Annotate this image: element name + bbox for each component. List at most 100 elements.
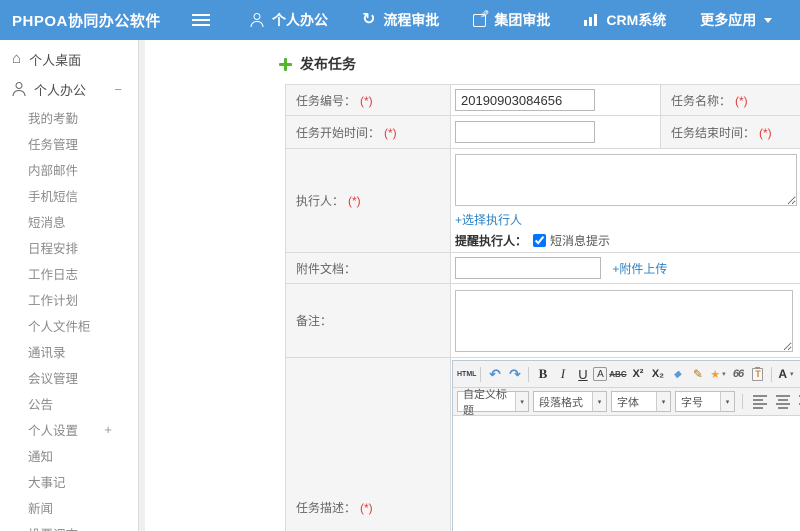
sidebar-item-label: 大事记 <box>28 475 66 490</box>
remove-format-button[interactable]: ◆ <box>668 364 687 384</box>
nav-item-crm[interactable]: CRM系统 <box>584 10 666 30</box>
bordered-text-button[interactable]: A <box>593 367 608 381</box>
nav-label: 流程审批 <box>383 12 440 28</box>
editor-toolbar-row1: HTML ↶ ↷ B I U A ABC X² X₂ ◆ ✎ ★ ▾ 66 T … <box>453 361 800 388</box>
executor-textarea[interactable] <box>455 154 797 206</box>
sidebar-item-task-management[interactable]: 任务管理 <box>0 130 138 156</box>
sidebar-item-label: 投票调查 <box>28 524 78 531</box>
sms-notify-checkbox[interactable] <box>533 234 547 247</box>
editor-content-area[interactable] <box>453 416 800 531</box>
sidebar-item-announcement[interactable]: 公告 <box>0 390 138 416</box>
nav-label: 更多应用 <box>700 12 757 28</box>
required-mark: (*) <box>735 93 748 108</box>
sidebar-item-contacts[interactable]: 通讯录 <box>0 338 138 364</box>
remark-textarea[interactable] <box>455 289 793 352</box>
page-header: 发布任务 <box>279 54 800 74</box>
end-time-label: 任务结束时间： <box>671 125 756 140</box>
underline-button[interactable]: U <box>573 364 592 384</box>
autotypeset-button[interactable]: ★ ▾ <box>708 364 727 384</box>
toolbar-separator <box>771 366 773 382</box>
eraser-icon: ◆ <box>672 368 683 380</box>
brush-icon: ✎ <box>692 367 703 381</box>
bold-button[interactable]: B <box>533 364 552 384</box>
start-time-label: 任务开始时间： <box>296 125 381 140</box>
choose-executor-link[interactable]: +选择执行人 <box>455 211 522 228</box>
collapse-toggle[interactable]: − <box>114 82 122 97</box>
sidebar-item-label: 工作日志 <box>28 267 79 282</box>
custom-title-select[interactable]: 自定义标题 ▾ <box>457 389 529 417</box>
sidebar-item-work-log[interactable]: 工作日志 <box>0 260 138 286</box>
description-label: 任务描述： <box>296 501 357 515</box>
sidebar-item-label: 通知 <box>28 449 54 464</box>
sidebar-item-internal-mail[interactable]: 内部邮件 <box>0 156 138 182</box>
remark-label: 备注： <box>296 314 333 328</box>
sidebar-item-personal-file-cabinet[interactable]: 个人文件柜 <box>0 312 138 338</box>
task-number-input[interactable] <box>455 89 595 111</box>
subscript-button[interactable]: X₂ <box>648 364 667 384</box>
blockquote-button[interactable]: 66 <box>728 364 747 384</box>
superscript-button[interactable]: X² <box>628 364 647 384</box>
start-time-input[interactable] <box>455 121 595 143</box>
sidebar-item-schedule[interactable]: 日程安排 <box>0 234 138 260</box>
nav-item-workflow-approval[interactable]: ↻ 流程审批 <box>362 10 439 30</box>
sidebar-item-memorabilia[interactable]: 大事记 <box>0 468 138 494</box>
sidebar-item-work-plan[interactable]: 工作计划 <box>0 286 138 312</box>
sidebar-item-label: 通讯录 <box>28 345 66 360</box>
align-right-button[interactable] <box>796 392 800 412</box>
executor-field-cell: +选择执行人 提醒执行人： 短消息提示 <box>450 148 800 253</box>
caret-down-icon: ▾ <box>656 392 670 411</box>
toolbar-separator <box>480 366 482 382</box>
add-plus-icon <box>279 57 292 71</box>
select-value: 字体 <box>617 396 639 409</box>
strikethrough-button[interactable]: ABC <box>608 364 627 384</box>
start-time-label-cell: 任务开始时间： (*) <box>285 115 451 149</box>
format-painter-button[interactable]: ✎ <box>688 364 707 384</box>
undo-button[interactable]: ↶ <box>485 364 504 384</box>
required-mark: (*) <box>348 194 361 208</box>
main-panel: 发布任务 任务编号：(*) 任务名称：(*) 任务开始时间：(*) 任务结束时 <box>145 40 800 531</box>
html-source-button[interactable]: HTML <box>457 364 476 384</box>
page-title: 发布任务 <box>300 56 356 72</box>
required-mark: (*) <box>360 501 373 515</box>
align-center-button[interactable] <box>773 392 792 412</box>
nav-label: CRM系统 <box>606 12 667 28</box>
align-center-icon <box>775 394 790 409</box>
font-family-select[interactable]: 字体 ▾ <box>611 391 671 412</box>
attachment-input[interactable] <box>455 257 601 279</box>
executor-label: 执行人： <box>296 194 345 208</box>
start-time-field-cell <box>450 115 661 149</box>
sidebar-item-my-attendance[interactable]: 我的考勤 <box>0 104 138 130</box>
font-color-button[interactable]: A ▾ <box>776 364 795 384</box>
sidebar-item-news[interactable]: 新闻 <box>0 494 138 520</box>
sidebar-item-meeting-management[interactable]: 会议管理 <box>0 364 138 390</box>
expand-toggle[interactable]: + <box>104 422 112 437</box>
nav-item-more-apps[interactable]: 更多应用 <box>700 10 773 30</box>
sidebar-item-personal-office[interactable]: 个人办公 − <box>0 74 138 104</box>
user-icon <box>250 13 264 27</box>
executor-label-cell: 执行人： (*) <box>285 148 451 253</box>
font-size-select[interactable]: 字号 ▾ <box>675 391 735 412</box>
font-color-label: A <box>778 367 788 381</box>
top-navigation: 个人办公 ↻ 流程审批 集团审批 CRM系统 更多应用 <box>250 10 773 30</box>
attachment-upload-link[interactable]: +附件上传 <box>612 260 667 277</box>
sidebar-item-short-message[interactable]: 短消息 <box>0 208 138 234</box>
sidebar-item-label: 个人设置 <box>28 423 79 438</box>
sidebar-item-mobile-sms[interactable]: 手机短信 <box>0 182 138 208</box>
nav-item-group-approval[interactable]: 集团审批 <box>473 10 550 30</box>
toolbar-separator <box>742 394 743 409</box>
sidebar-item-personal-settings[interactable]: 个人设置 + <box>0 416 138 442</box>
align-left-button[interactable] <box>750 392 769 412</box>
nav-item-personal-office[interactable]: 个人办公 <box>250 10 328 30</box>
italic-button[interactable]: I <box>553 364 572 384</box>
attachment-label-cell: 附件文档： <box>285 252 451 284</box>
sidebar-item-poll-survey[interactable]: 投票调查 <box>0 520 138 531</box>
sidebar-item-personal-desktop[interactable]: ⌂ 个人桌面 <box>0 44 138 74</box>
redo-button[interactable]: ↷ <box>505 364 524 384</box>
hamburger-menu-icon[interactable] <box>192 19 210 21</box>
paragraph-format-select[interactable]: 段落格式 ▾ <box>533 391 607 412</box>
sidebar-item-label: 我的考勤 <box>28 111 79 126</box>
edit-square-icon <box>473 13 487 27</box>
sidebar-item-label: 任务管理 <box>28 137 79 152</box>
sidebar-item-notification[interactable]: 通知 <box>0 442 138 468</box>
paste-button[interactable]: T <box>748 364 767 384</box>
